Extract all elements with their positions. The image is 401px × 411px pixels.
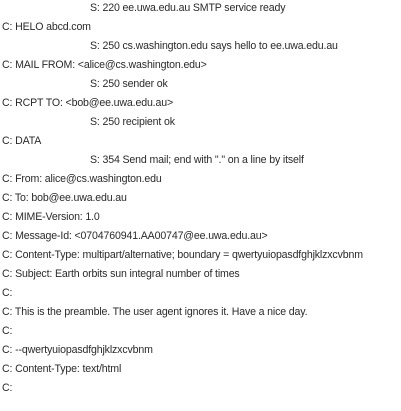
transcript-line: C: Subject: Earth orbits sun integral nu… <box>2 268 240 280</box>
transcript-line: C: <box>2 325 13 337</box>
transcript-line: C: From: alice@cs.washington.edu <box>2 173 162 185</box>
transcript-line: C: <box>2 287 13 299</box>
transcript-line: C: Content-Type: multipart/alternative; … <box>2 249 363 261</box>
transcript-line: C: Message-Id: <0704760941.AA00747@ee.uw… <box>2 230 268 242</box>
transcript-line: C: Content-Type: text/html <box>2 363 122 375</box>
transcript-line: S: 250 recipient ok <box>90 116 175 128</box>
transcript-line: S: 354 Send mail; end with "." on a line… <box>90 154 304 166</box>
transcript-line: C: This is the preamble. The user agent … <box>2 306 308 318</box>
transcript-line: S: 250 cs.washington.edu says hello to e… <box>90 40 338 52</box>
transcript-line: C: HELO abcd.com <box>2 21 91 33</box>
transcript-line: C: DATA <box>2 135 42 147</box>
transcript-line: C: To: bob@ee.uwa.edu.au <box>2 192 127 204</box>
transcript-line: S: 220 ee.uwa.edu.au SMTP service ready <box>90 2 286 14</box>
transcript-line: C: MIME-Version: 1.0 <box>2 211 100 223</box>
transcript-line: C: --qwertyuiopasdfghjklzxcvbnm <box>2 344 153 356</box>
transcript-line: C: RCPT TO: <bob@ee.uwa.edu.au> <box>2 97 174 109</box>
transcript-line: C: MAIL FROM: <alice@cs.washington.edu> <box>2 59 207 71</box>
transcript-line: S: 250 sender ok <box>90 78 168 90</box>
transcript-line: C: <box>2 382 13 394</box>
